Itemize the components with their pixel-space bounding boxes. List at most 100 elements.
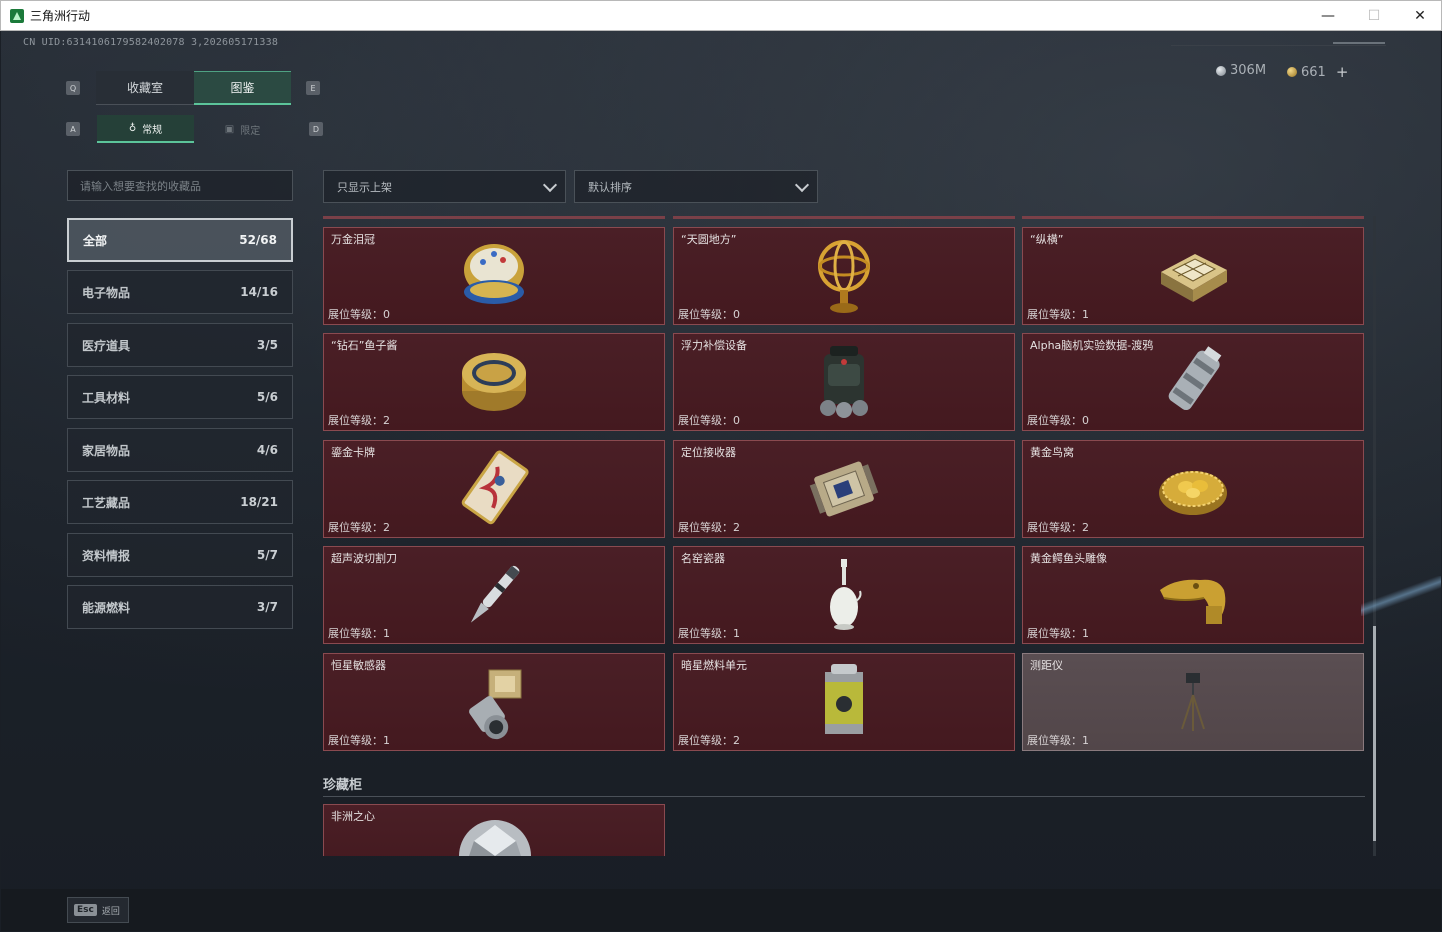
fuel-cell-icon (825, 664, 863, 734)
tab-catalog[interactable]: 图鉴 (194, 71, 291, 105)
item-card[interactable]: 名窑瓷器 展位等级：1 (673, 546, 1015, 644)
maximize-button[interactable]: ☐ (1351, 1, 1397, 31)
gilded-card-icon (461, 450, 529, 525)
item-level: 展位等级：1 (328, 734, 390, 747)
category-all[interactable]: 全部 52/68 (67, 218, 293, 262)
item-name: 鎏金卡牌 (331, 446, 375, 459)
star-sensor-icon (469, 669, 522, 740)
category-electronics[interactable]: 电子物品 14/16 (67, 270, 293, 314)
item-card[interactable]: 黄金鸟窝 展位等级：2 (1022, 440, 1364, 538)
item-level: 展位等级：1 (1027, 308, 1089, 321)
sort-dropdown[interactable]: 默认排序 (574, 170, 818, 203)
back-label: 返回 (101, 906, 120, 917)
treasure-item-card[interactable]: 非洲之心 (323, 804, 665, 856)
row-edge (1022, 216, 1364, 219)
item-card[interactable]: 定位接收器 展位等级：2 (673, 440, 1015, 538)
category-count: 3/5 (256, 338, 278, 352)
bottom-bar (1, 889, 1441, 931)
minimize-button[interactable]: — (1305, 1, 1351, 31)
category-count: 52/68 (239, 233, 277, 247)
row-edge (323, 216, 665, 219)
item-card[interactable]: 黄金鳄鱼头雕像 展位等级：1 (1022, 546, 1364, 644)
tab-normal[interactable]: ♁ 常规 (97, 115, 194, 143)
item-card[interactable]: “天圆地方” 展位等级：0 (673, 227, 1015, 325)
gold-coin-icon (1287, 67, 1297, 77)
category-medical[interactable]: 医疗道具 3/5 (67, 323, 293, 367)
item-card[interactable]: 测距仪 展位等级：1 (1022, 653, 1364, 751)
tab-collection-room[interactable]: 收藏室 (96, 71, 194, 105)
category-label: 工具材料 (82, 390, 131, 405)
key-hint-d: D (309, 122, 323, 136)
item-card[interactable]: 浮力补偿设备 展位等级：0 (673, 333, 1015, 431)
add-currency-button[interactable]: + (1336, 63, 1349, 81)
item-name: 恒星敏感器 (331, 659, 386, 672)
display-filter-dropdown[interactable]: 只显示上架 (323, 170, 566, 203)
item-card[interactable]: Alpha脑机实验数据-渡鸦 展位等级：0 (1022, 333, 1364, 431)
item-level: 展位等级：1 (328, 627, 390, 640)
item-level: 展位等级：0 (1027, 414, 1089, 427)
currency-silver-value: 306M (1230, 63, 1267, 78)
category-tools[interactable]: 工具材料 5/6 (67, 375, 293, 419)
item-name: 黄金鸟窝 (1030, 446, 1074, 459)
item-name: 名窑瓷器 (681, 552, 725, 565)
currency-gold-value: 661 (1301, 64, 1326, 80)
section-divider (323, 796, 1365, 797)
item-card[interactable]: 暗星燃料单元 展位等级：2 (673, 653, 1015, 751)
armillary-sphere-icon (818, 240, 870, 313)
item-name: 非洲之心 (331, 810, 375, 823)
chess-box-icon (1161, 254, 1227, 302)
porcelain-vase-icon (830, 559, 862, 630)
category-label: 全部 (83, 233, 108, 248)
category-crafts[interactable]: 工艺藏品 18/21 (67, 480, 293, 524)
background-streak (1361, 576, 1441, 616)
item-name: Alpha脑机实验数据-渡鸦 (1030, 339, 1154, 352)
esc-key-hint: Esc (74, 904, 97, 916)
item-level: 展位等级：1 (1027, 627, 1089, 640)
caviar-tin-icon (462, 353, 526, 411)
data-canister-icon (1168, 346, 1222, 411)
window-title: 三角洲行动 (30, 9, 91, 23)
category-label: 工艺藏品 (82, 495, 131, 510)
silver-coin-icon (1216, 65, 1226, 76)
category-count: 4/6 (256, 443, 278, 457)
buoyancy-device-icon (820, 346, 868, 418)
top-accent (1333, 42, 1385, 44)
item-card[interactable]: 恒星敏感器 展位等级：1 (323, 653, 665, 751)
item-name: “钻石”鱼子酱 (331, 339, 398, 352)
search-input[interactable]: 请输入想要查找的收藏品 (67, 170, 293, 201)
category-count: 3/7 (256, 600, 278, 614)
delta-force-logo-icon (10, 8, 24, 23)
item-level: 展位等级：0 (678, 414, 740, 427)
item-level: 展位等级：2 (328, 521, 390, 534)
rangefinder-icon (1181, 673, 1205, 731)
player-uid: CN UID:6314106179582402078 3,20260517133… (23, 37, 279, 48)
item-level: 展位等级：1 (678, 627, 740, 640)
item-name: 万金泪冠 (331, 233, 375, 246)
category-intel[interactable]: 资料情报 5/7 (67, 533, 293, 577)
back-button[interactable]: Esc 返回 (67, 897, 129, 923)
category-count: 5/7 (256, 548, 278, 562)
item-level: 展位等级：0 (328, 308, 390, 321)
category-label: 资料情报 (82, 548, 131, 563)
tab-limited[interactable]: ▣ 限定 (194, 115, 291, 143)
chevron-down-icon (794, 177, 810, 193)
item-name: “天圆地方” (681, 233, 737, 246)
close-button[interactable]: ✕ (1397, 1, 1442, 31)
category-energy[interactable]: 能源燃料 3/7 (67, 585, 293, 629)
item-grid: 万金泪冠 展位等级：0 “天圆地方” 展位等级：0 “纵横” 展位等级：1 “钻… (323, 216, 1375, 856)
item-card[interactable]: “纵横” 展位等级：1 (1022, 227, 1364, 325)
item-card[interactable]: 鎏金卡牌 展位等级：2 (323, 440, 665, 538)
tab-normal-label: 常规 (142, 124, 163, 136)
jeweled-egg-icon (464, 244, 524, 304)
ultrasonic-knife-icon (470, 565, 520, 623)
item-card[interactable]: “钻石”鱼子酱 展位等级：2 (323, 333, 665, 431)
item-card[interactable]: 万金泪冠 展位等级：0 (323, 227, 665, 325)
category-count: 5/6 (256, 390, 278, 404)
sort-value: 默认排序 (588, 180, 632, 194)
item-level: 展位等级：2 (328, 414, 390, 427)
scrollbar-thumb[interactable] (1373, 626, 1376, 841)
category-household[interactable]: 家居物品 4/6 (67, 428, 293, 472)
item-card[interactable]: 超声波切割刀 展位等级：1 (323, 546, 665, 644)
item-name: 暗星燃料单元 (681, 659, 747, 672)
treasure-cabinet-title: 珍藏柜 (323, 778, 363, 793)
